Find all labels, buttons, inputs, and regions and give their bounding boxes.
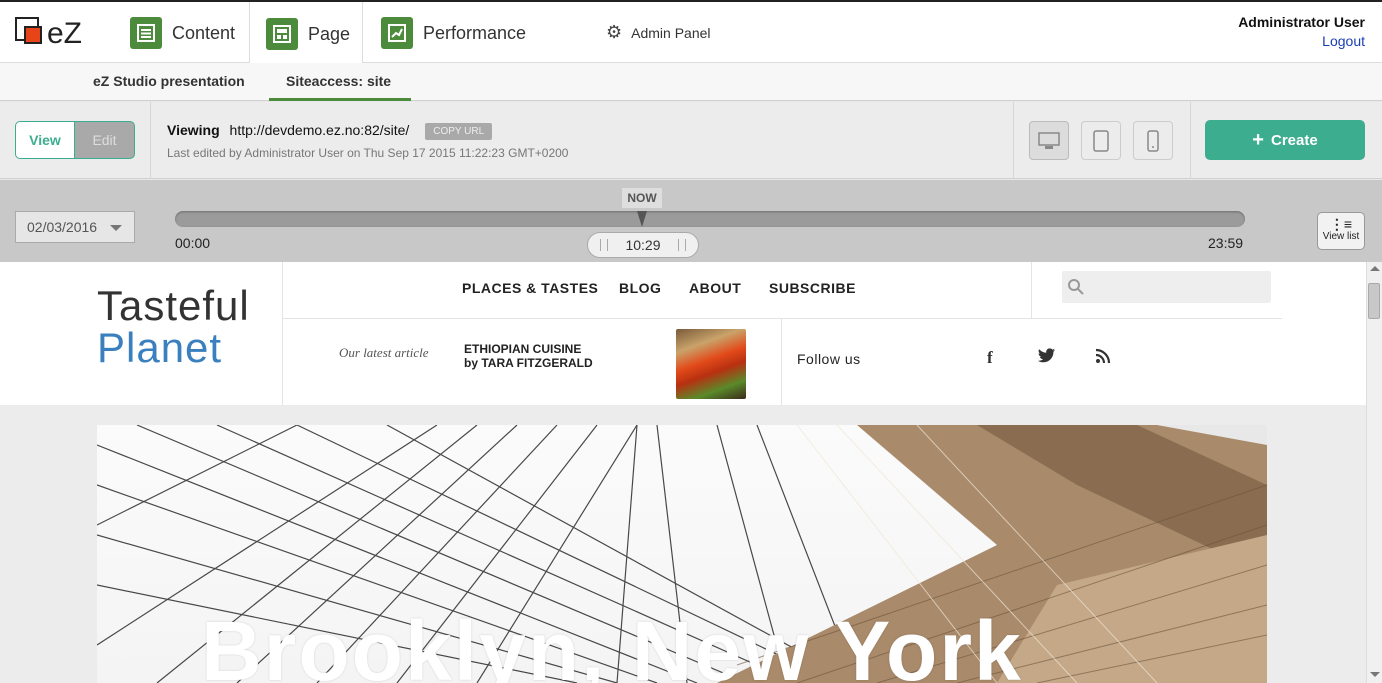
- subtab-studio-presentation[interactable]: eZ Studio presentation: [93, 73, 245, 89]
- chart-icon: [381, 17, 413, 49]
- mobile-icon: [1147, 129, 1159, 152]
- site-header: Tasteful Planet PLACES & TASTES BLOG ABO…: [0, 262, 1366, 405]
- logout-link[interactable]: Logout: [1238, 33, 1365, 49]
- breadcrumb-bar: eZ Studio presentation Siteaccess: site: [0, 63, 1382, 101]
- timeline-bar: 02/03/2016 NOW 10:29 00:00 23:59 ⋮≡ View…: [0, 180, 1382, 262]
- site-preview: Tasteful Planet PLACES & TASTES BLOG ABO…: [0, 262, 1366, 683]
- article-title: ETHIOPIAN CUISINE: [464, 342, 582, 356]
- view-button[interactable]: View: [15, 121, 75, 159]
- brand-name-line2[interactable]: Planet: [97, 324, 222, 372]
- list-icon: [130, 17, 162, 49]
- admin-panel-label: Admin Panel: [631, 24, 711, 41]
- menu-blog[interactable]: BLOG: [619, 280, 661, 296]
- follow-us-label: Follow us: [797, 351, 861, 367]
- mobile-preview-button[interactable]: [1133, 121, 1173, 160]
- tab-performance[interactable]: Performance: [381, 2, 526, 64]
- divider: [282, 262, 283, 405]
- hero-title: Brooklyn, New York: [201, 604, 1023, 683]
- create-button[interactable]: + Create: [1205, 120, 1365, 160]
- top-navigation-bar: eZ Content Page Performance ⚙ Admin Pane…: [0, 0, 1382, 66]
- now-pointer: [637, 211, 647, 227]
- divider: [781, 319, 782, 405]
- subtab-siteaccess[interactable]: Siteaccess: site: [286, 73, 391, 89]
- date-select[interactable]: 02/03/2016: [15, 211, 135, 243]
- viewing-url: http://devdemo.ez.no:82/site/: [229, 122, 410, 138]
- ez-logo-icon: eZ: [15, 17, 82, 50]
- timeline-slider-track[interactable]: [175, 211, 1245, 227]
- ez-logo[interactable]: eZ: [15, 15, 95, 50]
- tab-content-label: Content: [172, 22, 236, 43]
- twitter-icon[interactable]: [1038, 348, 1056, 369]
- create-label: Create: [1270, 131, 1318, 149]
- user-name: Administrator User: [1238, 14, 1365, 30]
- scrollbar-thumb[interactable]: [1368, 283, 1380, 319]
- facebook-icon[interactable]: f: [987, 348, 993, 368]
- current-time: 10:29: [625, 237, 661, 253]
- menu-about[interactable]: ABOUT: [689, 280, 741, 296]
- divider: [283, 318, 1282, 319]
- grip-icon: [600, 239, 608, 251]
- article-author: by TARA FITZGERALD: [464, 356, 593, 370]
- divider: [1013, 102, 1014, 179]
- brand-name-line1[interactable]: Tasteful: [97, 282, 250, 330]
- time-slider-handle[interactable]: 10:29: [587, 232, 699, 258]
- tab-page-label: Page: [308, 23, 351, 44]
- plus-icon: +: [1252, 129, 1264, 151]
- user-menu: Administrator User Logout: [1238, 14, 1365, 49]
- latest-article-link[interactable]: ETHIOPIAN CUISINE by TARA FITZGERALD: [464, 342, 593, 370]
- site-search-input[interactable]: [1062, 271, 1271, 303]
- admin-panel-link[interactable]: ⚙ Admin Panel: [606, 22, 711, 43]
- active-subtab-indicator: [269, 98, 411, 101]
- gear-icon: ⚙: [606, 22, 623, 42]
- viewing-label: Viewing: [167, 122, 220, 138]
- menu-subscribe[interactable]: SUBSCRIBE: [769, 280, 856, 296]
- desktop-icon: [1038, 131, 1060, 149]
- tablet-preview-button[interactable]: [1081, 121, 1121, 160]
- copy-url-button[interactable]: COPY URL: [425, 122, 493, 140]
- page-toolbar: View Edit Viewing http://devdemo.ez.no:8…: [0, 102, 1382, 179]
- date-select-value: 02/03/2016: [27, 219, 98, 235]
- scroll-up-arrow[interactable]: [1370, 266, 1380, 271]
- timeline-end-label: 23:59: [1208, 235, 1244, 251]
- list-icon: ⋮≡: [1329, 216, 1353, 232]
- chevron-down-icon: [110, 225, 122, 231]
- svg-text:eZ: eZ: [47, 17, 82, 49]
- search-icon: [1068, 279, 1084, 295]
- tablet-icon: [1093, 129, 1109, 152]
- view-list-label: View list: [1322, 231, 1360, 242]
- scrollbar[interactable]: [1366, 262, 1382, 683]
- article-thumbnail[interactable]: [676, 329, 746, 399]
- hero-image: Brooklyn, New York: [97, 425, 1267, 683]
- layout-icon: [266, 18, 298, 50]
- grip-icon: [678, 239, 686, 251]
- timeline-start-label: 00:00: [175, 235, 211, 251]
- now-marker: NOW: [622, 188, 662, 208]
- tab-content[interactable]: Content: [130, 2, 235, 64]
- rss-icon[interactable]: [1095, 348, 1111, 369]
- tab-page[interactable]: Page: [249, 2, 363, 66]
- view-list-button[interactable]: ⋮≡ View list: [1317, 212, 1365, 250]
- last-edited-text: Last edited by Administrator User on Thu…: [167, 146, 569, 160]
- desktop-preview-button[interactable]: [1029, 121, 1069, 160]
- divider: [1031, 262, 1032, 318]
- divider: [150, 102, 151, 179]
- scroll-down-arrow[interactable]: [1370, 672, 1380, 677]
- tab-performance-label: Performance: [423, 22, 527, 43]
- menu-places-tastes[interactable]: PLACES & TASTES: [462, 280, 598, 296]
- divider: [1190, 102, 1191, 179]
- edit-button[interactable]: Edit: [75, 121, 135, 159]
- viewing-info: Viewing http://devdemo.ez.no:82/site/ CO…: [167, 122, 493, 140]
- latest-article-label: Our latest article: [339, 345, 429, 360]
